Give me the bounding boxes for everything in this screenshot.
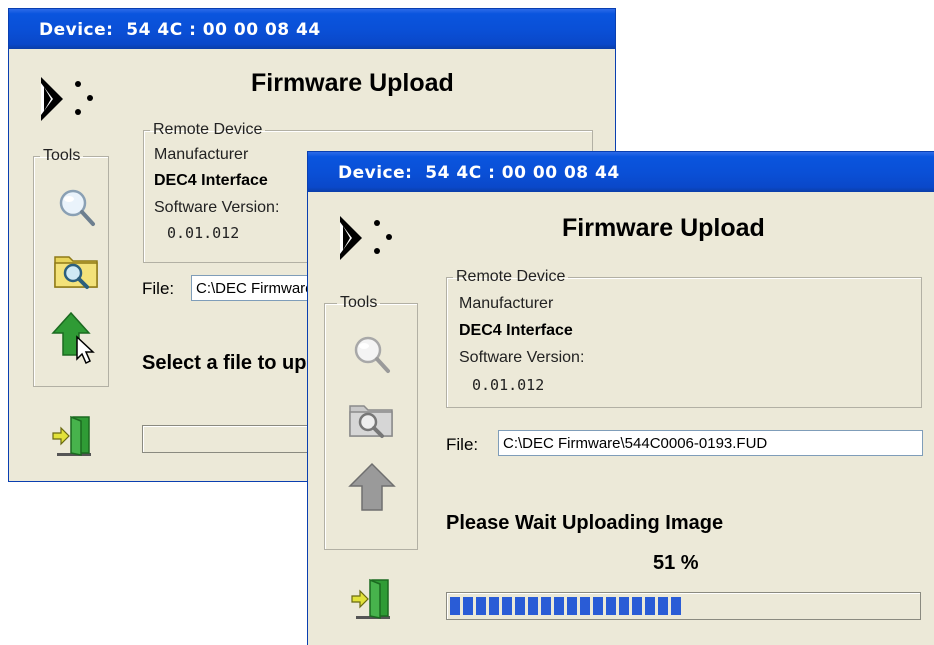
magnifier-icon[interactable]: [344, 328, 400, 384]
manufacturer-value: DEC4 Interface: [459, 322, 573, 339]
software-version-value: 0.01.012: [472, 376, 545, 394]
exit-door-icon[interactable]: [51, 413, 97, 459]
file-path-input[interactable]: [498, 430, 923, 456]
window-title: Device: 54 4C : 00 00 08 44: [39, 20, 321, 40]
page-heading: Firmware Upload: [562, 214, 765, 242]
remote-device-label: Remote Device: [153, 121, 263, 138]
exit-door-icon[interactable]: [350, 576, 396, 622]
progress-segment: [619, 597, 629, 615]
upload-arrow-icon[interactable]: [49, 309, 105, 365]
file-label: File:: [446, 435, 479, 454]
title-bar[interactable]: Device: 54 4C : 00 00 08 44: [9, 9, 615, 49]
progress-segment: [554, 597, 564, 615]
tools-label: Tools: [43, 147, 81, 164]
folder-search-icon[interactable]: [344, 392, 400, 448]
software-version-label: Software Version:: [154, 199, 280, 216]
progress-segment: [658, 597, 668, 615]
progress-segment: [515, 597, 525, 615]
progress-segment: [606, 597, 616, 615]
progress-segment: [502, 597, 512, 615]
window-title: Device: 54 4C : 00 00 08 44: [338, 163, 620, 183]
logo-icon: [340, 216, 392, 260]
progress-segment: [580, 597, 590, 615]
manufacturer-value: DEC4 Interface: [154, 172, 268, 189]
page-heading: Firmware Upload: [251, 69, 454, 97]
file-label: File:: [142, 279, 175, 298]
progress-segment: [476, 597, 486, 615]
progress-segment: [528, 597, 538, 615]
progress-segment: [567, 597, 577, 615]
manufacturer-label: Manufacturer: [154, 146, 249, 163]
progress-segment: [489, 597, 499, 615]
progress-segment: [541, 597, 551, 615]
upload-progress-bar: [446, 592, 921, 620]
manufacturer-label: Manufacturer: [459, 295, 554, 312]
folder-search-icon[interactable]: [49, 243, 105, 299]
upload-arrow-icon[interactable]: [344, 460, 400, 516]
logo-icon: [41, 77, 93, 121]
tools-label: Tools: [340, 294, 378, 311]
remote-device-label: Remote Device: [456, 268, 566, 285]
status-text: Please Wait Uploading Image: [446, 512, 724, 534]
software-version-value: 0.01.012: [167, 224, 240, 242]
software-version-label: Software Version:: [459, 349, 585, 366]
progress-segment: [671, 597, 681, 615]
progress-segment: [463, 597, 473, 615]
progress-segment: [632, 597, 642, 615]
firmware-upload-window-front: Device: 54 4C : 00 00 08 44 Firmware Upl…: [307, 151, 934, 645]
progress-percent: 51 %: [653, 552, 699, 574]
progress-segment: [450, 597, 460, 615]
progress-segment: [645, 597, 655, 615]
progress-segment: [593, 597, 603, 615]
title-bar[interactable]: Device: 54 4C : 00 00 08 44: [308, 152, 934, 192]
magnifier-icon[interactable]: [49, 181, 105, 237]
